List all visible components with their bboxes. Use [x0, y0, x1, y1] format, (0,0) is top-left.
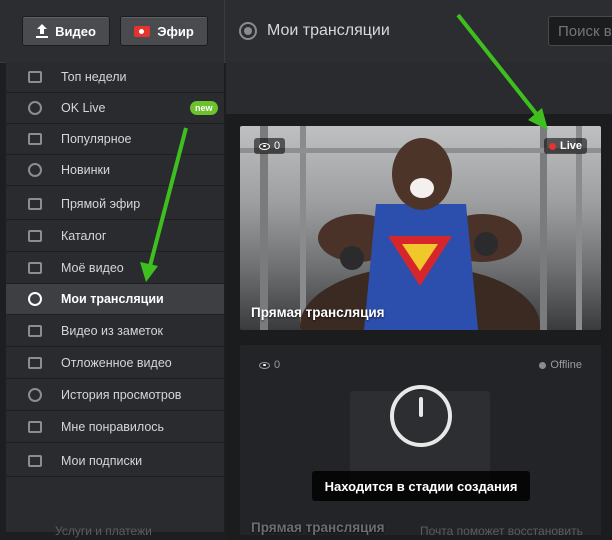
upload-video-label: Видео: [55, 23, 96, 39]
camera-icon: [28, 198, 42, 210]
sidebar-item-label: Новинки: [61, 163, 110, 177]
sidebar-item-label: Каталог: [61, 229, 107, 243]
broadcast-title[interactable]: Прямая трансляция: [251, 305, 385, 320]
search-input[interactable]: [548, 16, 612, 46]
sidebar-item-label: Видео из заметок: [61, 324, 163, 338]
sidebar-item-catalog[interactable]: Каталог: [6, 221, 224, 252]
sidebar-item-top-week[interactable]: Топ недели: [6, 62, 224, 93]
ok-live-icon: [28, 101, 42, 115]
like-icon: [28, 421, 42, 433]
sidebar: Топ недели OK Live new Популярное Новинк…: [6, 62, 224, 532]
go-live-button[interactable]: Эфир: [120, 16, 208, 46]
view-counter: 0: [254, 357, 285, 373]
broadcast-icon: [28, 292, 42, 306]
upload-icon: [36, 24, 49, 38]
page-title: Мои трансляции: [224, 0, 554, 62]
live-camera-icon: [134, 25, 151, 37]
film-icon: [28, 133, 42, 145]
sidebar-item-subscriptions[interactable]: Мои подписки: [6, 446, 224, 477]
sidebar-item-label: Прямой эфир: [61, 197, 141, 211]
eye-icon: [259, 361, 270, 369]
top-bar: Видео Эфир Мои трансляции: [0, 0, 612, 63]
chart-icon: [28, 71, 42, 83]
offline-dot-icon: [539, 361, 547, 369]
catalog-icon: [28, 230, 42, 242]
star-icon: [28, 163, 42, 177]
history-icon: [28, 388, 42, 402]
recovery-hint-partial: Почта поможет восстановить: [420, 524, 583, 538]
sidebar-item-billing-partial[interactable]: Услуги и платежи: [55, 524, 152, 538]
sidebar-item-label: Популярное: [61, 132, 132, 146]
sidebar-item-liked[interactable]: Мне понравилось: [6, 412, 224, 443]
share-icon: [28, 325, 42, 337]
sidebar-item-history[interactable]: История просмотров: [6, 380, 224, 411]
sidebar-item-label: История просмотров: [61, 388, 182, 402]
sidebar-item-label: OK Live: [61, 101, 106, 115]
sidebar-item-ok-live[interactable]: OK Live new: [6, 93, 224, 124]
sidebar-item-live[interactable]: Прямой эфир: [6, 189, 224, 220]
live-status-badge: Live: [543, 138, 587, 154]
sidebar-item-label: Мне понравилось: [61, 420, 165, 434]
view-count: 0: [274, 359, 281, 371]
broadcast-title[interactable]: Прямая трансляция: [251, 520, 385, 535]
status-text: Live: [559, 140, 582, 152]
creation-status-overlay: Находится в стадии создания: [312, 471, 530, 501]
sidebar-item-label: Моё видео: [61, 261, 124, 275]
page-title-text: Мои трансляции: [267, 22, 390, 39]
user-icon: [28, 262, 42, 274]
offline-status-badge: Offline: [534, 357, 587, 373]
new-badge: new: [190, 101, 218, 115]
sidebar-item-watch-later[interactable]: Отложенное видео: [6, 348, 224, 379]
sidebar-item-label: Мои подписки: [61, 454, 143, 468]
broadcast-thumbnail: [240, 126, 601, 330]
sidebar-item-label: Отложенное видео: [61, 356, 172, 370]
status-text: Offline: [550, 359, 582, 371]
broadcast-icon: [239, 22, 257, 40]
subscriptions-icon: [28, 455, 42, 467]
sidebar-item-label: Мои трансляции: [61, 292, 164, 306]
clock-icon: [390, 385, 452, 447]
clock-film-icon: [28, 357, 42, 369]
live-dot-icon: [548, 142, 556, 150]
eye-icon: [259, 142, 270, 150]
content-header-strip: [226, 62, 612, 114]
view-counter: 0: [254, 138, 286, 154]
sidebar-item-new[interactable]: Новинки: [6, 155, 224, 186]
broadcast-card-offline[interactable]: 0 Offline Находится в стадии создания Пр…: [240, 345, 601, 535]
view-count: 0: [274, 140, 281, 152]
sidebar-item-label: Топ недели: [61, 70, 127, 84]
sidebar-item-popular[interactable]: Популярное: [6, 124, 224, 155]
sidebar-item-my-broadcasts[interactable]: Мои трансляции: [6, 284, 224, 315]
upload-video-button[interactable]: Видео: [22, 16, 110, 46]
go-live-label: Эфир: [157, 23, 194, 39]
broadcast-card-live[interactable]: 0 Live Прямая трансляция: [240, 126, 601, 330]
sidebar-item-my-video[interactable]: Моё видео: [6, 253, 224, 284]
sidebar-item-notes-video[interactable]: Видео из заметок: [6, 316, 224, 347]
